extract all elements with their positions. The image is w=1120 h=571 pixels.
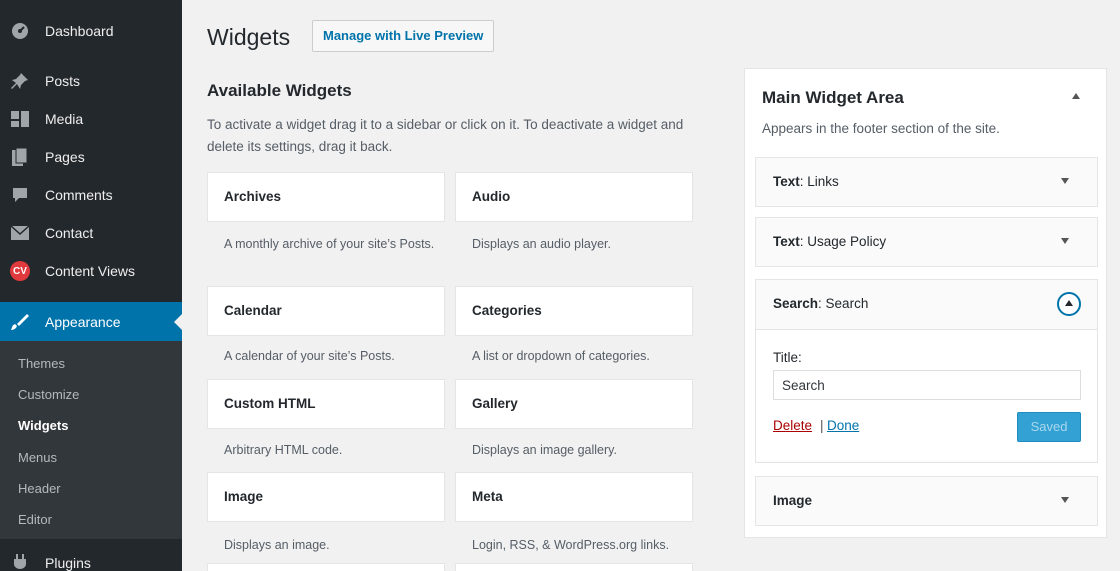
title-input[interactable]: [773, 370, 1081, 400]
menu-item-contact[interactable]: Contact: [0, 214, 182, 252]
widget-title: Audio: [472, 189, 511, 204]
menu-item-dashboard[interactable]: Dashboard: [0, 12, 182, 50]
widget-name: Usage Policy: [807, 234, 887, 249]
menu-label: Content Views: [45, 263, 136, 279]
menu-label: Posts: [45, 73, 81, 89]
menu-label: Comments: [45, 187, 113, 203]
widget-description: Arbitrary HTML code.: [224, 443, 343, 457]
widget-title: Image: [224, 489, 264, 504]
widget-description: Displays an image.: [224, 538, 330, 552]
widget-tile-calendar[interactable]: Calendar: [207, 286, 445, 336]
widget-tile-custom-html[interactable]: Custom HTML: [207, 379, 445, 429]
widget-tile-meta[interactable]: Meta: [455, 472, 693, 522]
widget-tile-partial[interactable]: [207, 563, 445, 571]
page-title: Widgets: [207, 24, 291, 50]
sidebar-widget-text-usage-policy[interactable]: Text: Usage Policy: [755, 217, 1098, 267]
appearance-submenu: Themes Customize Widgets Menus Header Ed…: [0, 341, 182, 539]
widget-settings-form: Title: Delete | Done Saved: [756, 329, 1097, 461]
widget-description: Displays an audio player.: [472, 237, 611, 251]
main-widget-area: Main Widget Area Appears in the footer s…: [744, 68, 1107, 538]
envelope-icon: [10, 223, 30, 243]
widget-area-description: Appears in the footer section of the sit…: [762, 121, 1000, 136]
menu-label: Dashboard: [45, 23, 114, 39]
saved-button[interactable]: Saved: [1017, 412, 1081, 442]
widget-title: Categories: [472, 303, 542, 318]
plugin-icon: [10, 553, 30, 571]
sidebar-widget-image[interactable]: Image: [755, 476, 1098, 526]
link-separator: |: [820, 418, 824, 433]
paintbrush-icon: [10, 312, 30, 332]
collapse-circle-icon[interactable]: [1057, 292, 1081, 316]
widget-type: Text: [773, 234, 800, 249]
widget-type: Text: [773, 174, 800, 189]
widget-title: Custom HTML: [224, 396, 316, 411]
expand-arrow-icon[interactable]: [1061, 238, 1069, 244]
menu-label: Media: [45, 111, 84, 127]
widget-title: Archives: [224, 189, 282, 204]
current-indicator: [174, 314, 182, 330]
widget-description: A list or dropdown of categories.: [472, 349, 650, 363]
widget-type: Image: [773, 493, 813, 508]
submenu-header[interactable]: Header: [18, 479, 61, 499]
available-widgets-description: To activate a widget drag it to a sideba…: [207, 117, 684, 154]
menu-item-content-views[interactable]: CV Content Views: [0, 252, 182, 290]
admin-sidebar: Dashboard Posts Media Pages Comments Con…: [0, 0, 182, 571]
widget-description: Displays an image gallery.: [472, 443, 617, 457]
available-widgets-heading: Available Widgets: [207, 81, 352, 100]
widget-tile-archives[interactable]: Archives: [207, 172, 445, 222]
widget-title: Calendar: [224, 303, 282, 318]
widget-description: A calendar of your site’s Posts.: [224, 349, 395, 363]
pages-icon: [10, 147, 30, 167]
collapse-arrow-icon[interactable]: [1072, 93, 1080, 99]
menu-item-media[interactable]: Media: [0, 100, 182, 138]
sidebar-widget-search[interactable]: Search: Search Title: Delete | Done Save…: [755, 279, 1098, 463]
manage-live-preview-button[interactable]: Manage with Live Preview: [312, 20, 495, 52]
title-field-label: Title:: [773, 350, 802, 365]
submenu-widgets[interactable]: Widgets: [18, 416, 68, 436]
dashboard-icon: [10, 21, 30, 41]
menu-label: Plugins: [45, 555, 91, 571]
sidebar-widget-text-links[interactable]: Text: Links: [755, 157, 1098, 207]
content-views-icon: CV: [10, 261, 30, 281]
menu-item-pages[interactable]: Pages: [0, 138, 182, 176]
widget-tile-partial[interactable]: [455, 563, 693, 571]
widget-description: A monthly archive of your site’s Posts.: [224, 237, 435, 251]
expand-arrow-icon[interactable]: [1061, 178, 1069, 184]
pushpin-icon: [10, 71, 30, 91]
comment-icon: [10, 185, 30, 205]
submenu-editor[interactable]: Editor: [18, 510, 52, 530]
submenu-menus[interactable]: Menus: [18, 448, 57, 468]
menu-item-appearance[interactable]: Appearance: [0, 302, 182, 342]
widget-tile-gallery[interactable]: Gallery: [455, 379, 693, 429]
submenu-themes[interactable]: Themes: [18, 354, 65, 374]
expand-arrow-icon[interactable]: [1061, 497, 1069, 503]
widget-name: Search: [825, 296, 869, 311]
widget-description: Login, RSS, & WordPress.org links.: [472, 538, 670, 552]
widget-type: Search: [773, 296, 819, 311]
menu-label: Contact: [45, 225, 94, 241]
submenu-customize[interactable]: Customize: [18, 385, 79, 405]
menu-label: Appearance: [45, 314, 121, 330]
widget-tile-audio[interactable]: Audio: [455, 172, 693, 222]
done-link[interactable]: Done: [827, 418, 859, 433]
media-icon: [10, 109, 30, 129]
menu-item-posts[interactable]: Posts: [0, 62, 182, 100]
widget-name: Links: [807, 174, 839, 189]
widget-title: Gallery: [472, 396, 518, 411]
menu-label: Pages: [45, 149, 85, 165]
widget-tile-categories[interactable]: Categories: [455, 286, 693, 336]
menu-item-comments[interactable]: Comments: [0, 176, 182, 214]
widget-tile-image[interactable]: Image: [207, 472, 445, 522]
delete-link[interactable]: Delete: [773, 418, 812, 433]
widget-title: Meta: [472, 489, 503, 504]
menu-item-plugins[interactable]: Plugins: [0, 544, 182, 571]
widget-area-title: Main Widget Area: [762, 88, 904, 107]
